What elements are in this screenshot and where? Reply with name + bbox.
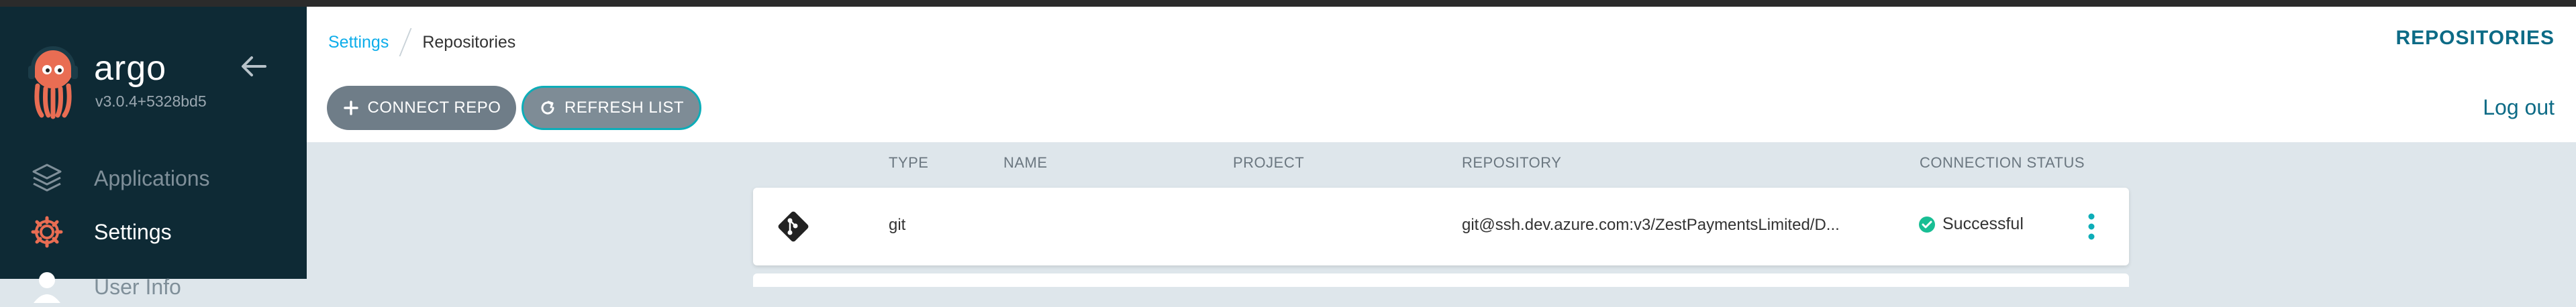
page-title: REPOSITORIES [2395, 27, 2555, 49]
argo-logo-icon [28, 46, 78, 119]
logout-link[interactable]: Log out [2483, 95, 2555, 120]
sidebar: argo v3.0.4+5328bd5 Applications Setting… [0, 7, 307, 303]
app-version: v3.0.4+5328bd5 [95, 93, 207, 110]
breadcrumb-separator [399, 28, 412, 56]
app-name: argo [94, 49, 167, 88]
layers-icon [32, 164, 62, 192]
repo-url: git@ssh.dev.azure.com:v3/ZestPaymentsLim… [1462, 216, 1840, 234]
sidebar-item-label: User Info [94, 274, 181, 299]
check-circle-icon [1919, 216, 1935, 233]
column-header-name: NAME [1003, 154, 1048, 171]
sidebar-item-label: Applications [94, 166, 210, 190]
collapse-sidebar-arrow-icon[interactable] [238, 51, 269, 82]
plus-icon [343, 101, 358, 115]
sidebar-item-settings[interactable]: Settings [30, 212, 172, 252]
user-icon [34, 272, 60, 303]
refresh-list-button[interactable]: REFRESH LIST [522, 86, 701, 130]
sidebar-item-applications[interactable]: Applications [30, 158, 210, 198]
repo-type: git [889, 216, 906, 234]
refresh-list-label: REFRESH LIST [564, 99, 685, 117]
column-header-project: PROJECT [1233, 154, 1305, 171]
table-row[interactable]: git git@ssh.dev.azure.com:v3/ZestPayment… [753, 188, 2129, 265]
column-header-type: TYPE [889, 154, 929, 171]
row-menu-icon[interactable] [2083, 212, 2099, 241]
table-row-partial [753, 273, 2129, 287]
git-icon [778, 211, 809, 242]
column-header-repository: REPOSITORY [1462, 154, 1562, 171]
window-top-strip [0, 0, 2576, 7]
connection-status: Successful [1918, 214, 2024, 234]
toolbar: CONNECT REPO REFRESH LIST Log out [307, 75, 2576, 143]
connection-status-label: Successful [1942, 214, 2024, 233]
gear-icon [31, 216, 63, 248]
breadcrumb-current: Repositories [422, 32, 516, 52]
sidebar-item-label: Settings [94, 219, 172, 244]
sidebar-item-user-info[interactable]: User Info [30, 267, 181, 307]
page-header: Settings Repositories REPOSITORIES [307, 7, 2576, 76]
column-header-connection-status: CONNECTION STATUS [1920, 154, 2085, 171]
breadcrumb: Settings Repositories [328, 28, 515, 56]
refresh-icon [541, 101, 554, 115]
breadcrumb-settings-link[interactable]: Settings [328, 33, 389, 52]
connect-repo-button[interactable]: CONNECT REPO [327, 86, 516, 130]
connect-repo-label: CONNECT REPO [367, 99, 501, 117]
